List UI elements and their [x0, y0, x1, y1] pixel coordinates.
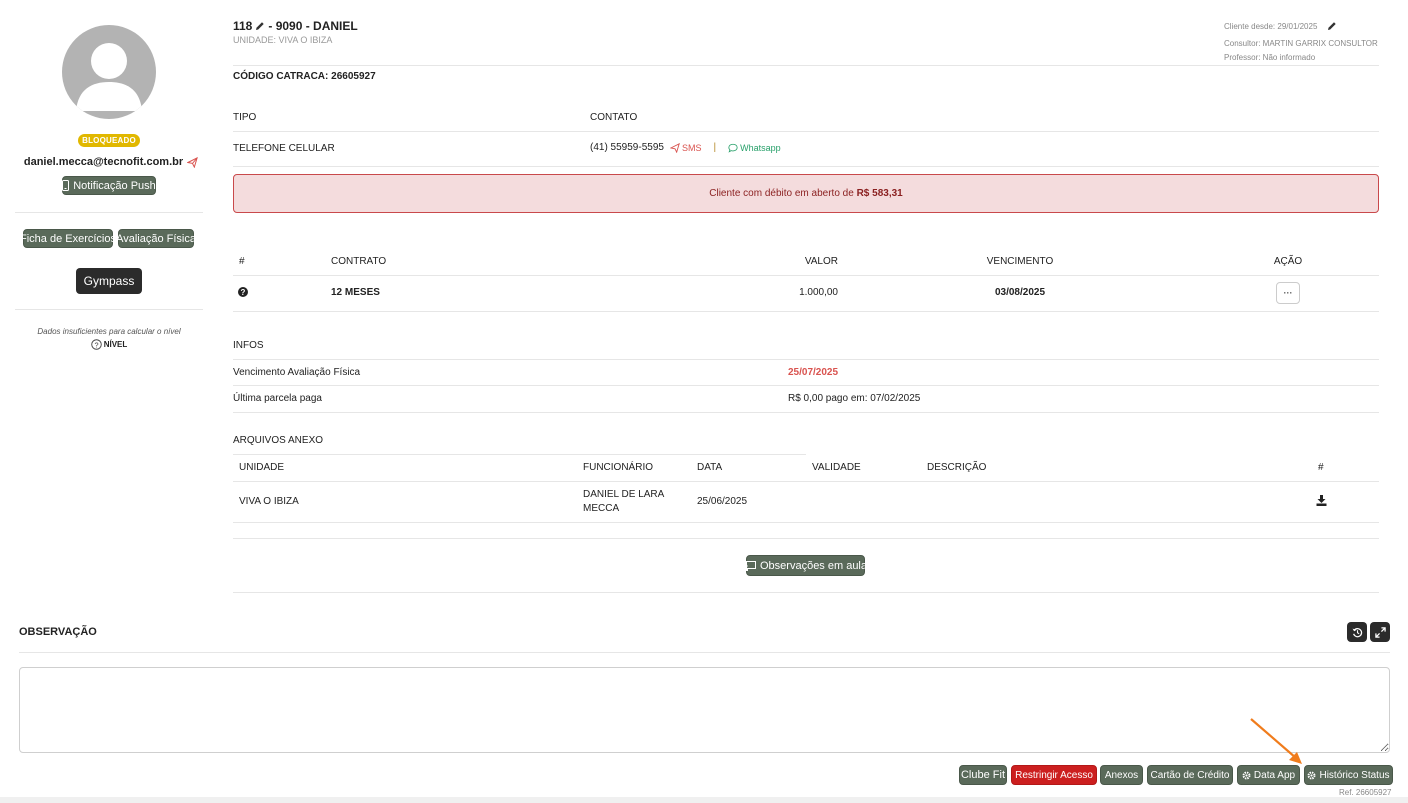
attachment-unit: VIVA O IBIZA [239, 496, 299, 507]
consultant: Consultor: MARTIN GARRIX CONSULTOR [1224, 39, 1378, 48]
send-icon [669, 142, 680, 153]
edit-client-since-icon[interactable] [1327, 21, 1337, 31]
contact-type-header: TIPO [233, 112, 257, 123]
contract-due-date: 03/08/2025 [994, 287, 1046, 298]
attachment-col-actions: # [1318, 462, 1324, 473]
contract-col-action: AÇÃO [1273, 256, 1303, 267]
data-app-button[interactable]: Data App [1237, 765, 1300, 785]
debt-amount: R$ 583,31 [856, 188, 903, 199]
client-email: daniel.mecca@tecnofit.com.br [23, 156, 184, 168]
chalkboard-icon [744, 560, 756, 571]
last-payment-value: R$ 0,00 pago em: 07/02/2025 [788, 393, 921, 404]
credit-card-button[interactable]: Cartão de Crédito [1147, 765, 1233, 785]
send-email-icon[interactable] [187, 156, 199, 168]
question-circle-icon[interactable]: ? [90, 339, 102, 350]
client-since: Cliente desde: 29/01/2025 [1224, 21, 1318, 31]
level-label: NÍVEL [103, 340, 128, 349]
page-bottom-bar [0, 797, 1408, 803]
assessment-due-label: Vencimento Avaliação Física [233, 367, 361, 378]
contract-col-value: VALOR [804, 256, 838, 267]
class-notes-label: Observações em aula [760, 559, 867, 572]
attachment-employee-line2: MECCA [583, 503, 620, 514]
contact-header: CONTATO [590, 112, 638, 123]
observation-history-button[interactable] [1347, 622, 1367, 642]
client-id: 118 [233, 19, 253, 33]
attachment-employee-line1: DANIEL DE LARA [583, 489, 665, 500]
phone-number: (41) 55959-5595 [590, 142, 664, 153]
attachment-col-validity: VALIDADE [812, 462, 861, 473]
sms-link[interactable]: SMS [669, 142, 702, 153]
observation-title: OBSERVAÇÃO [19, 626, 97, 638]
svg-text:?: ? [94, 340, 98, 349]
gympass-button[interactable]: Gympass [76, 268, 142, 294]
attachments-title: ARQUIVOS ANEXO [233, 435, 324, 446]
avatar [62, 25, 156, 119]
push-notification-label: Notificação Push [73, 179, 156, 192]
reference-id: Ref. 26605927 [1339, 788, 1392, 797]
infos-title: INFOS [233, 340, 264, 351]
mobile-icon [62, 180, 70, 191]
download-icon[interactable] [1316, 495, 1327, 506]
contract-col-number: # [239, 256, 245, 267]
history-icon [1352, 627, 1363, 638]
contact-type: TELEFONE CELULAR [233, 143, 335, 154]
attachment-col-unit: UNIDADE [239, 462, 285, 473]
restrict-access-button[interactable]: Restringir Acesso [1011, 765, 1097, 785]
physical-assessment-button[interactable]: Avaliação Física [116, 229, 196, 248]
level-message: Dados insuficientes para calcular o níve… [37, 327, 181, 336]
observation-textarea[interactable] [19, 667, 1390, 753]
clube-fit-button[interactable]: Clube Fit [959, 765, 1007, 785]
annotation-arrow [1248, 716, 1306, 768]
attachment-col-date: DATA [697, 462, 723, 473]
gear-icon [1307, 771, 1316, 780]
client-name: - 9090 - DANIEL [268, 19, 358, 33]
whatsapp-link[interactable]: Whatsapp [728, 143, 781, 153]
expand-icon [1374, 626, 1386, 638]
push-notification-button[interactable]: Notificação Push [62, 176, 156, 195]
turnstile-code: CÓDIGO CATRACA: 26605927 [233, 71, 376, 82]
chat-bubble-icon [728, 143, 738, 153]
contract-value: 1.000,00 [799, 287, 838, 298]
contract-help-icon[interactable]: ? [238, 287, 248, 297]
contact-separator: | [713, 142, 717, 153]
gear-icon [1242, 771, 1251, 780]
assessment-due-value: 25/07/2025 [788, 367, 839, 378]
contract-actions-button[interactable]: ··· [1276, 282, 1300, 304]
contract-name: 12 MESES [331, 287, 380, 298]
debt-alert-text: Cliente com débito em aberto de [709, 188, 857, 199]
data-app-label: Data App [1253, 769, 1296, 781]
last-payment-label: Última parcela paga [233, 393, 322, 404]
client-unit: UNIDADE: VIVA O IBIZA [233, 35, 333, 45]
class-notes-button[interactable]: Observações em aula [744, 555, 867, 576]
teacher: Professor: Não informado [1224, 53, 1316, 62]
debt-alert: Cliente com débito em aberto de R$ 583,3… [233, 174, 1379, 213]
sms-label: SMS [681, 142, 702, 153]
edit-pencil-icon[interactable] [255, 21, 265, 31]
status-history-button[interactable]: Histórico Status [1304, 765, 1393, 785]
attachment-col-description: DESCRIÇÃO [927, 462, 987, 473]
attachment-date: 25/06/2025 [697, 496, 748, 507]
observation-expand-button[interactable] [1370, 622, 1390, 642]
whatsapp-label: Whatsapp [740, 142, 781, 153]
contract-col-due: VENCIMENTO [986, 256, 1054, 267]
svg-text:?: ? [241, 288, 246, 297]
workout-sheet-button[interactable]: Ficha de Exercícios [20, 229, 116, 248]
attachment-col-employee: FUNCIONÁRIO [583, 462, 653, 473]
contract-col-name: CONTRATO [331, 256, 387, 267]
status-badge: BLOQUEADO [78, 134, 140, 147]
attachments-button[interactable]: Anexos [1100, 765, 1143, 785]
status-history-label: Histórico Status [1319, 769, 1390, 781]
